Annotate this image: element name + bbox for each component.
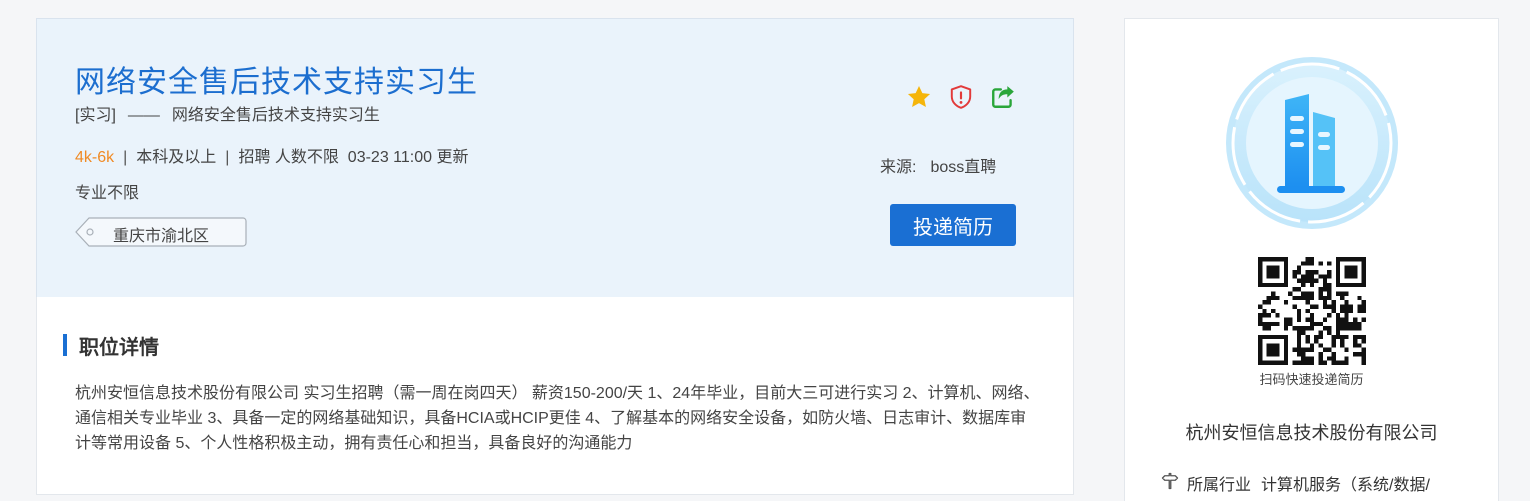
building-icon xyxy=(1226,57,1398,229)
subtitle-dash: —— xyxy=(127,107,160,124)
headcount: 招聘 人数不限 xyxy=(238,149,339,166)
job-title: 网络安全售后技术支持实习生 xyxy=(75,66,478,99)
shield-alert-icon[interactable] xyxy=(947,83,975,111)
share-icon[interactable] xyxy=(989,83,1017,111)
company-card: 扫码快速投递简历 杭州安恒信息技术股份有限公司 所属行业 计算机服务（系统/数据… xyxy=(1124,18,1499,501)
detail-heading: 职位详情 xyxy=(63,333,159,359)
major-requirement: 专业不限 xyxy=(75,185,140,202)
job-actions xyxy=(905,83,1017,111)
location-tag: 重庆市渝北区 xyxy=(75,217,247,247)
qr-caption: 扫码快速投递简历 xyxy=(1259,372,1364,387)
job-detail-section: 职位详情 杭州安恒信息技术股份有限公司 实习生招聘（需一周在岗四天） 薪资150… xyxy=(36,297,1074,495)
industry-label: 所属行业 xyxy=(1187,477,1252,494)
update-time: 03-23 11:00 更新 xyxy=(347,149,469,166)
meta-separator: | xyxy=(225,149,230,166)
company-industry: 所属行业 计算机服务（系统/数据/ xyxy=(1161,471,1430,495)
meta-separator: | xyxy=(123,149,128,166)
source-value: boss直聘 xyxy=(930,159,997,176)
star-icon[interactable] xyxy=(905,83,933,111)
company-name[interactable]: 杭州安恒信息技术股份有限公司 xyxy=(1125,419,1498,445)
job-subtitle: [实习] —— 网络安全售后技术支持实习生 xyxy=(75,101,380,125)
job-subtitle-text: 网络安全售后技术支持实习生 xyxy=(171,107,380,124)
detail-heading-text: 职位详情 xyxy=(79,336,159,359)
qr-code[interactable] xyxy=(1258,257,1366,365)
signpost-icon xyxy=(1161,472,1179,495)
company-logo xyxy=(1225,56,1399,230)
location-text: 重庆市渝北区 xyxy=(113,228,210,245)
salary: 4k-6k xyxy=(75,149,115,166)
apply-resume-button[interactable]: 投递简历 xyxy=(890,204,1016,246)
job-source: 来源: boss直聘 xyxy=(880,153,996,177)
education: 本科及以上 xyxy=(136,149,217,166)
job-description: 杭州安恒信息技术股份有限公司 实习生招聘（需一周在岗四天） 薪资150-200/… xyxy=(75,385,1040,452)
industry-value: 计算机服务（系统/数据/ xyxy=(1261,477,1430,494)
job-meta: 4k-6k | 本科及以上 | 招聘 人数不限 03-23 11:00 更新 xyxy=(75,143,468,167)
heading-accent-bar xyxy=(63,334,67,356)
job-type-tag: [实习] xyxy=(75,107,116,124)
job-detail-page: 网络安全售后技术支持实习生 [实习] —— 网络安全售后技术支持实习生 4k-6k |… xyxy=(0,0,1530,501)
job-header-card: 网络安全售后技术支持实习生 [实习] —— 网络安全售后技术支持实习生 4k-6k |… xyxy=(36,18,1074,298)
source-label: 来源: xyxy=(880,159,917,176)
